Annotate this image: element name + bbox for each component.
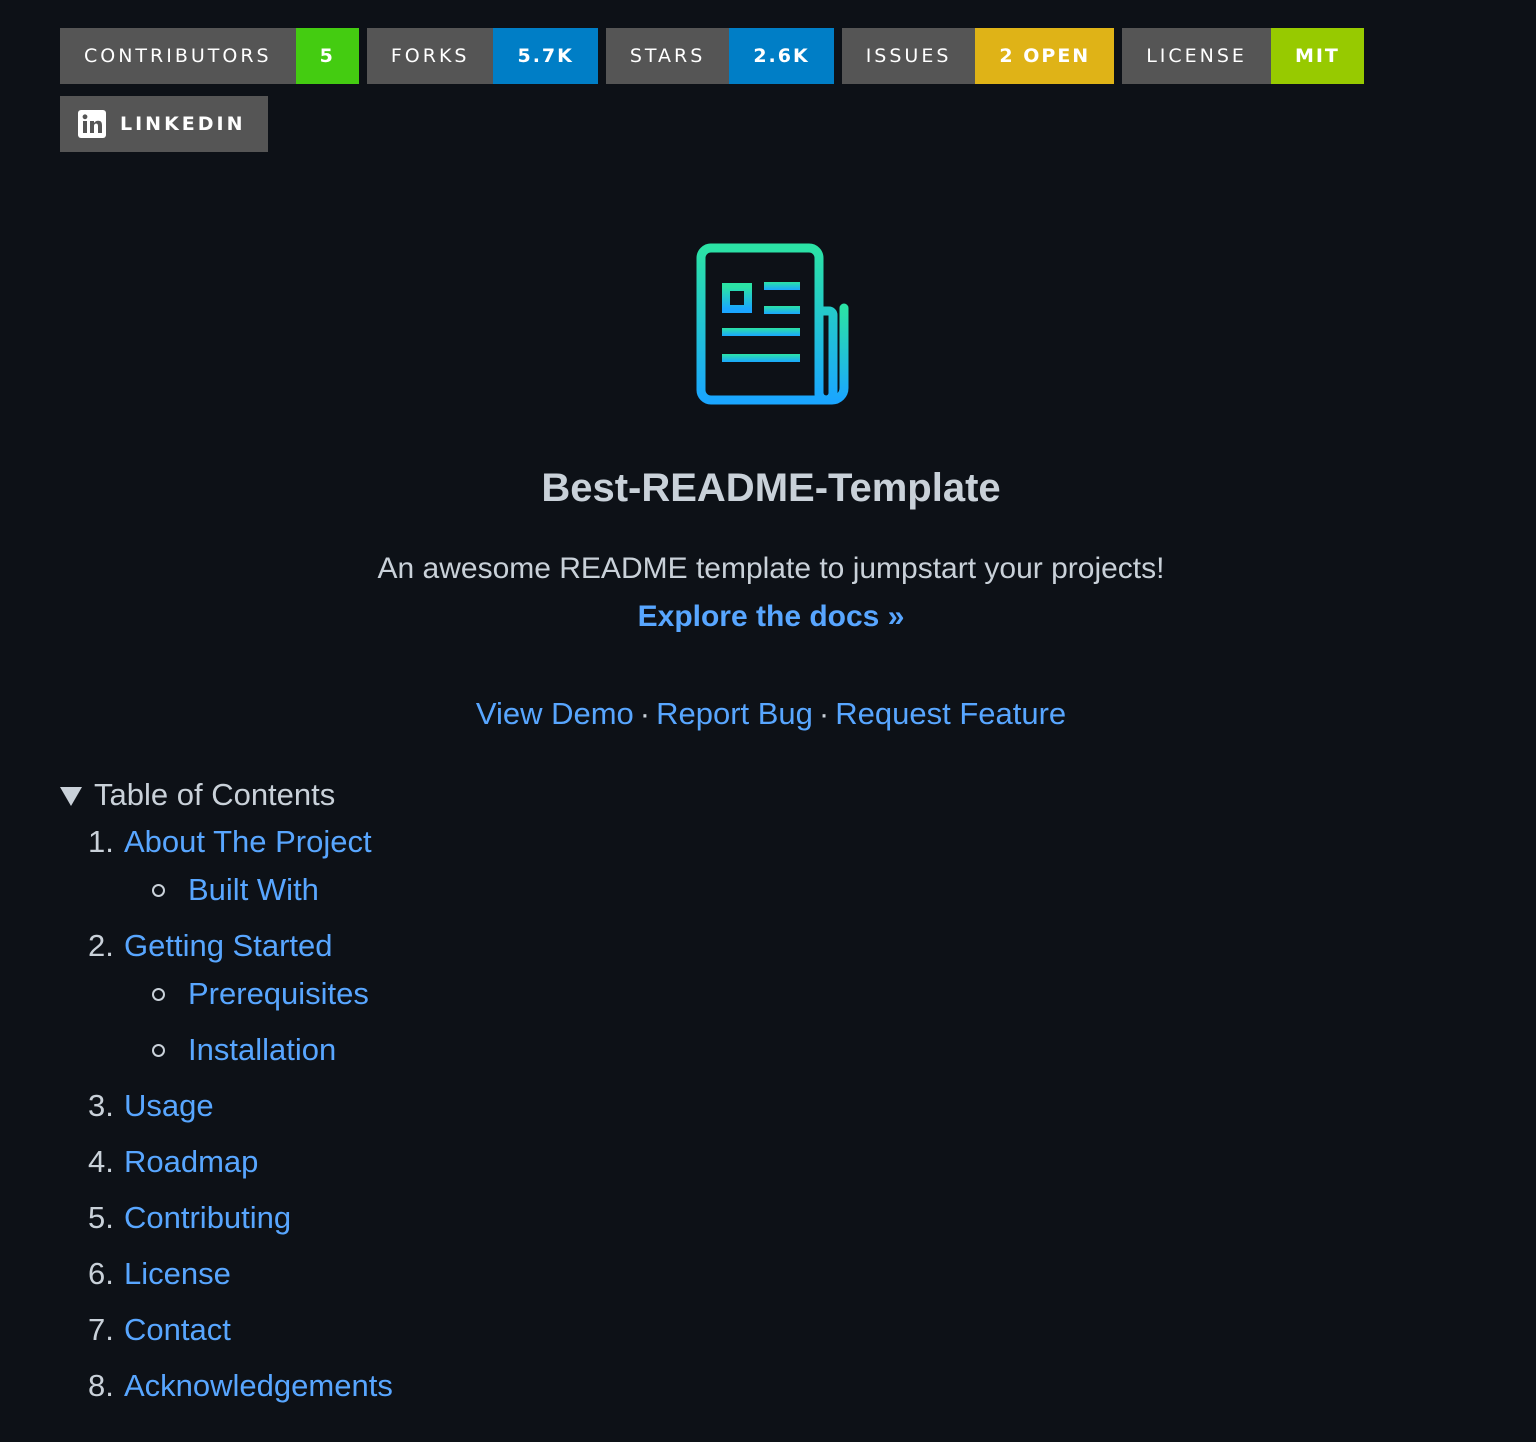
project-title: Best-README-Template [541,466,1001,510]
list-number: 8. [88,1368,114,1403]
bullet-icon [152,884,165,897]
newspaper-icon[interactable] [696,243,850,405]
contributors-badge[interactable]: CONTRIBUTORS 5 [60,28,359,84]
badge-value: 2.6K [729,28,834,84]
license-badge[interactable]: LICENSE MIT [1122,28,1364,84]
badge-label: STARS [605,28,730,84]
list-item: 8. Acknowledgements [88,1368,393,1404]
linkedin-icon [78,110,106,138]
separator: · [818,696,830,731]
report-bug-link[interactable]: Report Bug [656,696,813,731]
linkedin-badge[interactable]: LINKEDIN [60,96,268,152]
issues-badge[interactable]: ISSUES 2 OPEN [841,28,1115,84]
project-tagline: An awesome README template to jumpstart … [377,552,1165,585]
list-item: 7. Contact [88,1312,231,1348]
request-feature-link[interactable]: Request Feature [835,696,1066,731]
badge-value: 2 OPEN [975,28,1115,84]
list-item: Installation [152,1032,336,1068]
list-number: 2. [88,928,114,963]
toc-link-built-with[interactable]: Built With [188,872,319,907]
list-number: 6. [88,1256,114,1291]
badge-label: LICENSE [1122,28,1271,84]
toc-link-usage[interactable]: Usage [124,1088,214,1123]
forks-badge[interactable]: FORKS 5.7K [366,28,598,84]
badge-label: LINKEDIN [60,96,268,152]
list-item: 1. About The Project [88,824,372,860]
badge-value: 5 [295,28,359,84]
explore-docs-link[interactable]: Explore the docs » [638,600,905,633]
toc-link-acknowledgements[interactable]: Acknowledgements [124,1368,393,1403]
toc-link-installation[interactable]: Installation [188,1032,336,1067]
bullet-icon [152,1044,165,1057]
list-item: 6. License [88,1256,231,1292]
stars-badge[interactable]: STARS 2.6K [605,28,834,84]
list-item: 3. Usage [88,1088,214,1124]
toc-link-prerequisites[interactable]: Prerequisites [188,976,369,1011]
badge-row-social: LINKEDIN [60,96,1460,152]
linkedin-label: LINKEDIN [120,113,246,135]
badge-label: CONTRIBUTORS [60,28,296,84]
toc-link-contact[interactable]: Contact [124,1312,231,1347]
list-item: 2. Getting Started [88,928,333,964]
toc-link-license[interactable]: License [124,1256,231,1291]
list-item: Built With [152,872,319,908]
badge-label: ISSUES [841,28,976,84]
list-item: 4. Roadmap [88,1144,258,1180]
bullet-icon [152,988,165,1001]
list-number: 1. [88,824,114,859]
table-of-contents: Table of Contents 1. About The Project Bu… [60,776,393,1403]
badge-value: 5.7K [493,28,598,84]
list-item: 5. Contributing [88,1200,291,1236]
list-number: 3. [88,1088,114,1123]
disclosure-triangle-icon [60,786,82,806]
separator: · [639,696,651,731]
toc-link-about[interactable]: About The Project [124,824,372,859]
project-links: View Demo · Report Bug · Request Feature [0,696,1536,732]
list-number: 5. [88,1200,114,1235]
view-demo-link[interactable]: View Demo [476,696,634,731]
toc-link-roadmap[interactable]: Roadmap [124,1144,258,1179]
toc-link-contributing[interactable]: Contributing [124,1200,291,1235]
list-number: 7. [88,1312,114,1347]
toc-link-getting-started[interactable]: Getting Started [124,928,333,963]
badge-bar: CONTRIBUTORS 5 FORKS 5.7K STARS 2.6K ISS… [60,28,1460,164]
toc-summary-label: Table of Contents [94,777,336,812]
badge-value: MIT [1270,28,1364,84]
docs-link-row: Explore the docs » [0,600,1536,634]
toc-summary-toggle[interactable]: Table of Contents [60,776,335,814]
list-item: Prerequisites [152,976,369,1012]
badge-label: FORKS [366,28,494,84]
badge-row-shields: CONTRIBUTORS 5 FORKS 5.7K STARS 2.6K ISS… [60,28,1460,84]
list-number: 4. [88,1144,114,1179]
